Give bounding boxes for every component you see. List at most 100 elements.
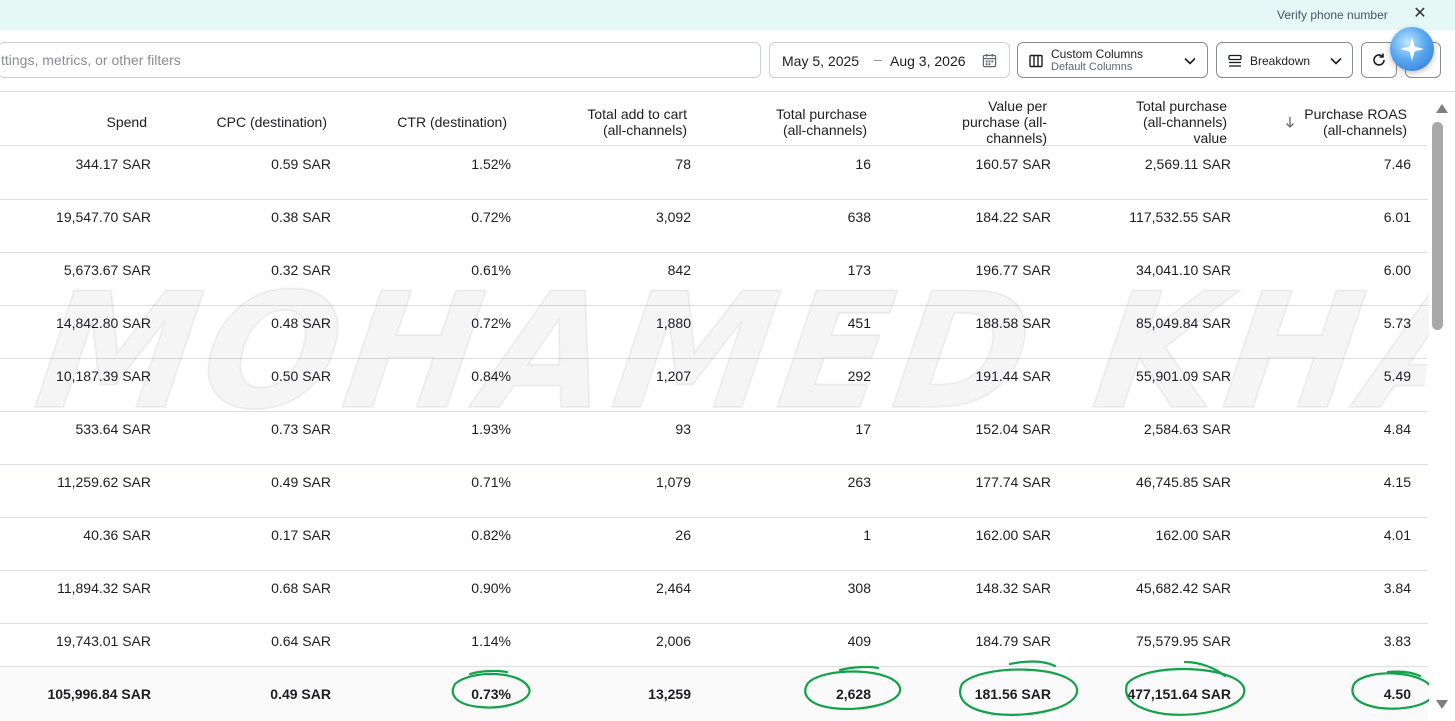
- cell-add-to-cart: 842: [667, 262, 691, 278]
- table-row[interactable]: 11,259.62 SAR 0.49 SAR 0.71% 1,079 263 177.74…: [0, 465, 1428, 518]
- cell-purchase-value: 162.00 SAR: [1155, 527, 1232, 543]
- cell-cpc: 0.73 SAR: [271, 421, 331, 437]
- cell-ctr: 0.61%: [471, 262, 511, 278]
- search-input[interactable]: [0, 43, 749, 77]
- cell-value-per-purchase: 184.79 SAR: [975, 633, 1052, 649]
- cell-cpc: 0.49 SAR: [271, 474, 331, 490]
- cell-ctr: 1.14%: [471, 633, 511, 649]
- cell-purchase-roas: 5.49: [1383, 368, 1411, 384]
- cell-ctr: 1.52%: [471, 156, 511, 172]
- date-end: Aug 3, 2026: [890, 53, 966, 69]
- custom-columns-dropdown[interactable]: Custom Columns Default Columns: [1017, 42, 1208, 78]
- table-header: Spend CPC (destination) CTR (destination…: [0, 98, 1428, 146]
- column-header-value-per-purchase[interactable]: Value per purchase (all-channels): [900, 98, 1047, 146]
- cell-add-to-cart: 3,092: [655, 209, 691, 225]
- cell-purchase-value: 46,745.85 SAR: [1136, 474, 1231, 490]
- scroll-down-icon[interactable]: [1436, 700, 1448, 709]
- table-row[interactable]: 344.17 SAR 0.59 SAR 1.52% 78 16 160.57 SAR 2,5…: [0, 147, 1428, 200]
- cell-ctr: 0.90%: [471, 580, 511, 596]
- date-range-picker[interactable]: May 5, 2025 – Aug 3, 2026: [769, 42, 1010, 78]
- cell-purchase-value: 2,584.63 SAR: [1143, 421, 1231, 437]
- cell-total-purchase: 409: [847, 633, 871, 649]
- table-row[interactable]: 11,894.32 SAR 0.68 SAR 0.90% 2,464 308 148.32…: [0, 571, 1428, 624]
- cell-add-to-cart: 2,464: [655, 580, 691, 596]
- cell-spend: 5,673.67 SAR: [63, 262, 151, 278]
- ads-report-table: Spend CPC (destination) CTR (destination…: [0, 98, 1428, 721]
- column-header-add-to-cart[interactable]: Total add to cart (all-channels): [540, 98, 687, 146]
- cell-purchase-roas: 6.01: [1383, 209, 1411, 225]
- column-header-purchase-value[interactable]: Total purchase (all-channels) value: [1080, 98, 1227, 146]
- cell-purchase-roas: 6.00: [1383, 262, 1411, 278]
- summary-total-purchase: 2,628: [835, 686, 871, 702]
- cell-purchase-value: 34,041.10 SAR: [1136, 262, 1231, 278]
- summary-value-per-purchase: 181.56 SAR: [974, 686, 1051, 702]
- table-row[interactable]: 19,547.70 SAR 0.38 SAR 0.72% 3,092 638 184.22…: [0, 200, 1428, 253]
- cell-purchase-roas: 7.46: [1383, 156, 1411, 172]
- cell-add-to-cart: 93: [675, 421, 691, 437]
- cell-purchase-value: 2,569.11 SAR: [1144, 156, 1231, 172]
- cell-purchase-roas: 3.84: [1383, 580, 1411, 596]
- summary-purchase-value: 477,151.64 SAR: [1127, 686, 1231, 702]
- cell-value-per-purchase: 152.04 SAR: [975, 421, 1052, 437]
- columns-subtitle: Default Columns: [1051, 61, 1133, 73]
- column-header-total-purchase[interactable]: Total purchase (all-channels): [720, 98, 867, 146]
- cell-add-to-cart: 26: [675, 527, 691, 543]
- cell-total-purchase: 638: [847, 209, 871, 225]
- cell-ctr: 0.72%: [471, 315, 511, 331]
- breakdown-dropdown[interactable]: Breakdown: [1216, 42, 1353, 78]
- cell-purchase-value: 55,901.09 SAR: [1136, 368, 1231, 384]
- cell-spend: 10,187.39 SAR: [56, 368, 151, 384]
- cell-total-purchase: 308: [847, 580, 871, 596]
- ai-assistant-button[interactable]: [1390, 27, 1434, 71]
- date-start: May 5, 2025: [782, 53, 860, 69]
- cell-cpc: 0.17 SAR: [271, 527, 331, 543]
- calendar-icon: [982, 53, 997, 68]
- cell-spend: 40.36 SAR: [83, 527, 151, 543]
- cell-cpc: 0.68 SAR: [271, 580, 331, 596]
- cell-spend: 19,547.70 SAR: [56, 209, 151, 225]
- vertical-scrollbar[interactable]: [1429, 98, 1455, 721]
- table-row[interactable]: 10,187.39 SAR 0.50 SAR 0.84% 1,207 292 191.44…: [0, 359, 1428, 412]
- cell-purchase-value: 117,532.55 SAR: [1129, 209, 1231, 225]
- cell-cpc: 0.64 SAR: [271, 633, 331, 649]
- table-row[interactable]: 14,842.80 SAR 0.48 SAR 0.72% 1,880 451 188.58…: [0, 306, 1428, 359]
- search-box[interactable]: [0, 42, 761, 78]
- cell-value-per-purchase: 188.58 SAR: [975, 315, 1052, 331]
- table-row[interactable]: 5,673.67 SAR 0.32 SAR 0.61% 842 173 196.77 SA…: [0, 253, 1428, 306]
- column-header-cpc[interactable]: CPC (destination): [180, 98, 328, 146]
- column-header-ctr[interactable]: CTR (destination): [360, 98, 507, 146]
- cell-total-purchase: 263: [847, 474, 871, 490]
- cell-ctr: 1.93%: [471, 421, 511, 437]
- columns-title: Custom Columns: [1051, 47, 1144, 61]
- scroll-up-icon[interactable]: [1436, 104, 1448, 113]
- cell-ctr: 0.82%: [471, 527, 511, 543]
- summary-add-to-cart: 13,259: [648, 686, 691, 702]
- cell-spend: 344.17 SAR: [75, 156, 152, 172]
- notification-bar: Verify phone number ✕: [0, 0, 1455, 30]
- cell-value-per-purchase: 191.44 SAR: [975, 368, 1052, 384]
- cell-ctr: 0.72%: [471, 209, 511, 225]
- breakdown-label: Breakdown: [1250, 54, 1311, 68]
- date-separator: –: [874, 51, 882, 67]
- cell-value-per-purchase: 162.00 SAR: [975, 527, 1052, 543]
- cell-purchase-roas: 4.84: [1383, 421, 1411, 437]
- cell-add-to-cart: 78: [675, 156, 691, 172]
- column-header-purchase-roas[interactable]: Purchase ROAS (all-channels): [1260, 98, 1407, 146]
- table-row[interactable]: 40.36 SAR 0.17 SAR 0.82% 26 1 162.00 SAR 162.0…: [0, 518, 1428, 571]
- cell-add-to-cart: 2,006: [655, 633, 691, 649]
- cell-purchase-roas: 4.15: [1383, 474, 1411, 490]
- scroll-thumb[interactable]: [1432, 122, 1443, 330]
- cell-total-purchase: 17: [855, 421, 871, 437]
- columns-icon: [1029, 54, 1043, 68]
- close-icon[interactable]: ✕: [1413, 6, 1427, 22]
- verify-phone-link[interactable]: Verify phone number: [1277, 8, 1388, 22]
- summary-cpc: 0.49 SAR: [270, 686, 331, 702]
- chevron-down-icon: [1184, 57, 1196, 65]
- cell-purchase-value: 75,579.95 SAR: [1136, 633, 1231, 649]
- cell-spend: 14,842.80 SAR: [56, 315, 151, 331]
- toolbar: May 5, 2025 – Aug 3, 2026 Custom Columns…: [0, 30, 1455, 92]
- cell-cpc: 0.38 SAR: [271, 209, 331, 225]
- column-header-spend[interactable]: Spend: [0, 98, 147, 146]
- cell-spend: 19,743.01 SAR: [56, 633, 151, 649]
- table-row[interactable]: 533.64 SAR 0.73 SAR 1.93% 93 17 152.04 SAR 2,5…: [0, 412, 1428, 465]
